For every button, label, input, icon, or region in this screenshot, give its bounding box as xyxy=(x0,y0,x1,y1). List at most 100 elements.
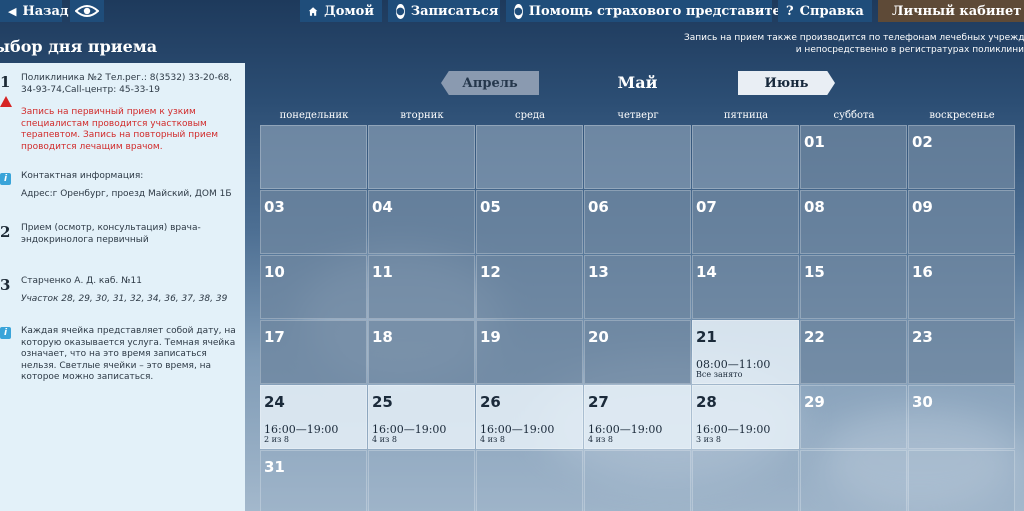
calendar-empty-cell xyxy=(584,125,691,189)
question-icon: ? xyxy=(786,3,794,19)
calendar-day-cell: 29 xyxy=(800,385,907,449)
doctor-areas: Участок 28, 29, 30, 31, 32, 34, 36, 37, … xyxy=(21,294,228,304)
day-number: 26 xyxy=(480,393,501,411)
slot-availability: 4 из 8 xyxy=(588,435,613,444)
calendar-empty-cell xyxy=(476,450,583,511)
calendar-day-cell[interactable]: 25 16:00—19:00 4 из 8 xyxy=(368,385,475,449)
slot-availability: 4 из 8 xyxy=(480,435,505,444)
day-number: 08 xyxy=(804,198,825,216)
calendar-day-cell: 13 xyxy=(584,255,691,319)
calendar-day-cell: 22 xyxy=(800,320,907,384)
referral-warning: Запись на первичный прием к узким специа… xyxy=(21,107,219,152)
calendar-day-cell: 12 xyxy=(476,255,583,319)
calendar-day-cell[interactable]: 26 16:00—19:00 4 из 8 xyxy=(476,385,583,449)
calendar-empty-cell xyxy=(476,125,583,189)
day-number: 24 xyxy=(264,393,285,411)
day-number: 25 xyxy=(372,393,393,411)
calendar-day-cell[interactable]: 24 16:00—19:00 2 из 8 xyxy=(260,385,367,449)
day-number: 27 xyxy=(588,393,609,411)
phone-note-line1: Запись на прием также производится по те… xyxy=(684,33,1024,43)
calendar-empty-cell xyxy=(800,450,907,511)
calendar-day-cell: 15 xyxy=(800,255,907,319)
slot-availability: 2 из 8 xyxy=(264,435,289,444)
day-number: 31 xyxy=(264,458,285,476)
top-navigation: ◀ Назад Домой ● Записаться ● Помощь стра… xyxy=(0,0,1024,22)
day-number: 12 xyxy=(480,263,501,281)
weekday-label: среда xyxy=(514,110,546,121)
day-number: 28 xyxy=(696,393,717,411)
day-number: 09 xyxy=(912,198,933,216)
calendar-day-cell: 10 xyxy=(260,255,367,319)
weekday-label: пятница xyxy=(723,110,769,121)
insurance-help-button[interactable]: ● Помощь страхового представителя xyxy=(506,0,800,22)
calendar-day-cell: 20 xyxy=(584,320,691,384)
calendar-day-cell: 31 xyxy=(260,450,367,511)
back-button[interactable]: ◀ Назад xyxy=(0,0,69,22)
calendar-empty-cell xyxy=(692,450,799,511)
calendar-day-cell: 06 xyxy=(584,190,691,254)
calendar-empty-cell xyxy=(692,125,799,189)
calendar-day-cell: 16 xyxy=(908,255,1015,319)
personal-cabinet-button[interactable]: Личный кабинет xyxy=(878,0,1024,22)
calendar-day-cell: 03 xyxy=(260,190,367,254)
contact-title: Контактная информация: xyxy=(21,171,144,181)
calendar-day-cell[interactable]: 27 16:00—19:00 4 из 8 xyxy=(584,385,691,449)
calendar-day-cell: 02 xyxy=(908,125,1015,189)
slot-availability: 4 из 8 xyxy=(372,435,397,444)
calendar-day-cell: 19 xyxy=(476,320,583,384)
help-button-label: Справка xyxy=(799,3,864,19)
calendar-day-cell: 18 xyxy=(368,320,475,384)
calendar-day-cell: 09 xyxy=(908,190,1015,254)
selection-summary-panel: 1 Поликлиника №2 Тел.рег.: 8(3532) 33-20… xyxy=(0,63,245,511)
day-number: 07 xyxy=(696,198,717,216)
help-button[interactable]: ? Справка xyxy=(778,0,872,22)
chat-bubble-icon: ● xyxy=(514,3,523,19)
signup-button[interactable]: ● Записаться xyxy=(388,0,500,22)
calendar-day-cell: 04 xyxy=(368,190,475,254)
calendar-day-cell: 07 xyxy=(692,190,799,254)
step-number: 2 xyxy=(0,223,11,241)
service-info: Прием (осмотр, консультация) врача-эндок… xyxy=(21,223,201,245)
page-title: ыбор дня приема xyxy=(0,37,158,56)
weekday-label: вторник xyxy=(400,110,444,121)
calendar-legend: Каждая ячейка представляет собой дату, н… xyxy=(21,326,236,382)
prev-month-button[interactable]: Апрель xyxy=(441,71,539,95)
slot-availability: 3 из 8 xyxy=(696,435,721,444)
weekday-label: суббота xyxy=(833,110,875,121)
phone-note-line2: и непосредственно в регистратурах поликл… xyxy=(795,45,1024,55)
home-button[interactable]: Домой xyxy=(300,0,382,22)
day-number: 06 xyxy=(588,198,609,216)
day-number: 04 xyxy=(372,198,393,216)
clinic-info: Поликлиника №2 Тел.рег.: 8(3532) 33-20-6… xyxy=(21,73,233,95)
calendar-day-cell: 01 xyxy=(800,125,907,189)
slot-availability: Все занято xyxy=(696,370,743,379)
accessibility-eye-button[interactable] xyxy=(70,0,104,22)
current-month: Май xyxy=(617,73,658,92)
signup-button-label: Записаться xyxy=(410,3,499,19)
personal-cabinet-label: Личный кабинет xyxy=(892,3,1022,19)
day-number: 15 xyxy=(804,263,825,281)
day-number: 22 xyxy=(804,328,825,346)
home-button-label: Домой xyxy=(324,3,374,19)
day-number: 19 xyxy=(480,328,501,346)
contact-address: Адрес:г Оренбург, проезд Майский, ДОМ 1Б xyxy=(21,189,232,199)
chat-bubble-icon: ● xyxy=(396,3,405,19)
calendar-empty-cell xyxy=(584,450,691,511)
weekday-label: понедельник xyxy=(279,110,349,121)
calendar-day-cell[interactable]: 21 08:00—11:00 Все занято xyxy=(692,320,799,384)
day-number: 29 xyxy=(804,393,825,411)
calendar-day-cell[interactable]: 28 16:00—19:00 3 из 8 xyxy=(692,385,799,449)
day-number: 23 xyxy=(912,328,933,346)
day-number: 11 xyxy=(372,263,393,281)
home-icon xyxy=(308,6,318,16)
calendar-empty-cell xyxy=(368,450,475,511)
day-number: 05 xyxy=(480,198,501,216)
calendar-day-cell: 08 xyxy=(800,190,907,254)
calendar-day-cell: 23 xyxy=(908,320,1015,384)
insurance-help-label: Помощь страхового представителя xyxy=(528,3,800,19)
next-month-button[interactable]: Июнь xyxy=(738,71,835,95)
eye-icon xyxy=(75,5,99,17)
step-number: 3 xyxy=(0,276,11,294)
day-number: 16 xyxy=(912,263,933,281)
day-number: 14 xyxy=(696,263,717,281)
